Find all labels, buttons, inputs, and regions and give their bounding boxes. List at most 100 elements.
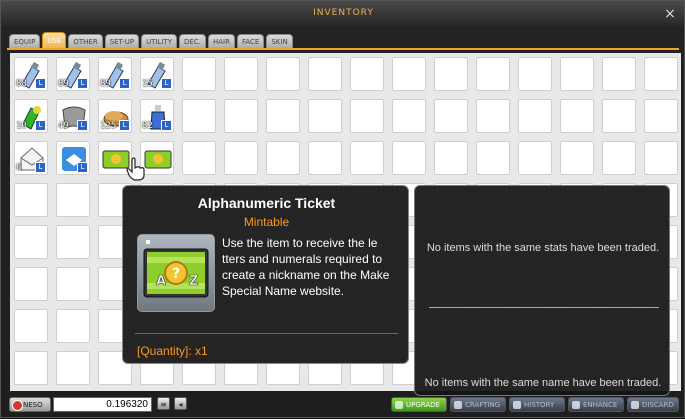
inventory-slot[interactable]: [308, 57, 342, 91]
tab-equip[interactable]: EQUIP: [9, 34, 41, 49]
inventory-window: INVENTORY × EQUIP USE OTHER SET-UP UTILI…: [0, 0, 685, 418]
inventory-slot[interactable]: [476, 57, 510, 91]
inventory-slot[interactable]: [56, 183, 90, 217]
slot-quantity: 125: [100, 121, 117, 131]
tab-face[interactable]: FACE: [236, 34, 265, 49]
close-icon[interactable]: ×: [663, 7, 677, 21]
inventory-slot[interactable]: 15 L: [140, 57, 174, 91]
locked-badge-icon: L: [77, 78, 88, 89]
inventory-slot[interactable]: [476, 99, 510, 133]
locked-badge-icon: L: [35, 120, 46, 131]
tab-skin[interactable]: SKIN: [266, 34, 293, 49]
svg-text:?: ?: [172, 266, 180, 282]
ticket-icon: [143, 144, 173, 174]
inventory-slot[interactable]: 82 L: [140, 99, 174, 133]
inventory-slot[interactable]: 6L: [14, 141, 48, 175]
inventory-slot[interactable]: [182, 57, 216, 91]
inventory-slot[interactable]: [308, 99, 342, 133]
inventory-slot[interactable]: [56, 351, 90, 385]
inventory-slot[interactable]: [560, 99, 594, 133]
inventory-slot[interactable]: [518, 57, 552, 91]
inventory-slot[interactable]: 88 L: [14, 57, 48, 91]
inventory-slot[interactable]: 89 L: [56, 57, 90, 91]
hand-cursor-icon: [126, 157, 145, 181]
locked-badge-icon: L: [119, 78, 130, 89]
tab-bar: EQUIP USE OTHER SET-UP UTILITY DEC. HAIR…: [9, 32, 293, 49]
tab-use[interactable]: USE: [42, 32, 67, 49]
inventory-slot[interactable]: [350, 141, 384, 175]
item-name: Alphanumeric Ticket: [197, 195, 336, 211]
tab-dec[interactable]: DEC.: [179, 34, 206, 49]
inventory-slot[interactable]: [392, 141, 426, 175]
inventory-slot[interactable]: 89 L: [98, 57, 132, 91]
locked-badge-icon: L: [77, 162, 88, 173]
inventory-slot[interactable]: [476, 141, 510, 175]
slot-quantity: 6: [16, 163, 22, 173]
inventory-slot[interactable]: [644, 99, 678, 133]
inventory-slot[interactable]: [518, 141, 552, 175]
inventory-slot[interactable]: [308, 141, 342, 175]
neso-coin-icon: [12, 400, 23, 411]
slot-quantity: 49: [58, 121, 69, 131]
tab-underline: [7, 48, 679, 50]
inventory-slot[interactable]: [14, 183, 48, 217]
inventory-slot[interactable]: 125 L: [98, 99, 132, 133]
inventory-slot[interactable]: [392, 57, 426, 91]
inventory-slot[interactable]: [644, 57, 678, 91]
inventory-slot[interactable]: [56, 225, 90, 259]
tab-utility[interactable]: UTILITY: [141, 34, 178, 49]
tab-other[interactable]: OTHER: [68, 34, 103, 49]
inventory-slot[interactable]: [518, 99, 552, 133]
inventory-slot[interactable]: [350, 57, 384, 91]
upgrade-button[interactable]: UPGRADE: [391, 397, 447, 412]
inventory-slot[interactable]: 49 L: [56, 99, 90, 133]
same-stats-message: No items with the same stats have been t…: [426, 242, 660, 254]
inventory-slot[interactable]: [350, 99, 384, 133]
inventory-slot[interactable]: [14, 267, 48, 301]
inventory-slot[interactable]: [560, 57, 594, 91]
inventory-slot[interactable]: [434, 141, 468, 175]
slot-quantity: 15: [142, 79, 153, 89]
svg-text:Z: Z: [189, 274, 198, 289]
inventory-slot[interactable]: [224, 99, 258, 133]
item-quantity: [Quantity]: x1: [137, 344, 208, 358]
inventory-slot[interactable]: [266, 141, 300, 175]
history-button[interactable]: HISTORY: [509, 397, 565, 412]
inventory-slot[interactable]: [56, 309, 90, 343]
inventory-slot[interactable]: 10 L: [14, 99, 48, 133]
inventory-slot[interactable]: [434, 57, 468, 91]
discard-button[interactable]: DISCARD: [627, 397, 679, 412]
tab-hair[interactable]: HAIR: [207, 34, 235, 49]
locked-badge-icon: L: [35, 162, 46, 173]
inventory-slot[interactable]: [224, 141, 258, 175]
trade-divider: [429, 307, 659, 308]
inventory-slot[interactable]: [182, 141, 216, 175]
inventory-slot[interactable]: [392, 99, 426, 133]
inventory-slot[interactable]: [14, 225, 48, 259]
inventory-slot[interactable]: [602, 99, 636, 133]
item-tooltip: Alphanumeric Ticket Mintable ? A Z Use t…: [122, 185, 409, 364]
enhance-button[interactable]: ENHANCE: [568, 397, 624, 412]
crafting-button[interactable]: CRAFTING: [450, 397, 506, 412]
collapse-icon[interactable]: ◂: [174, 397, 187, 410]
inventory-slot[interactable]: [602, 141, 636, 175]
inventory-slot[interactable]: [266, 57, 300, 91]
inventory-slot[interactable]: [602, 57, 636, 91]
item-subtitle: Mintable: [243, 215, 290, 229]
neso-amount: 0.196320: [53, 397, 152, 412]
slot-quantity: 82: [142, 121, 153, 131]
inventory-slot[interactable]: [56, 267, 90, 301]
inventory-slot[interactable]: [266, 99, 300, 133]
locked-badge-icon: L: [119, 120, 130, 131]
inventory-slot[interactable]: L: [56, 141, 90, 175]
inventory-slot[interactable]: [644, 141, 678, 175]
inventory-slot[interactable]: [14, 309, 48, 343]
inventory-slot[interactable]: [224, 57, 258, 91]
sort-list-icon[interactable]: ≡: [157, 397, 170, 410]
inventory-slot[interactable]: [434, 99, 468, 133]
inventory-slot[interactable]: [14, 351, 48, 385]
inventory-slot[interactable]: [182, 99, 216, 133]
tab-setup[interactable]: SET-UP: [104, 34, 140, 49]
inventory-slot[interactable]: [560, 141, 594, 175]
svg-text:A: A: [156, 274, 166, 289]
